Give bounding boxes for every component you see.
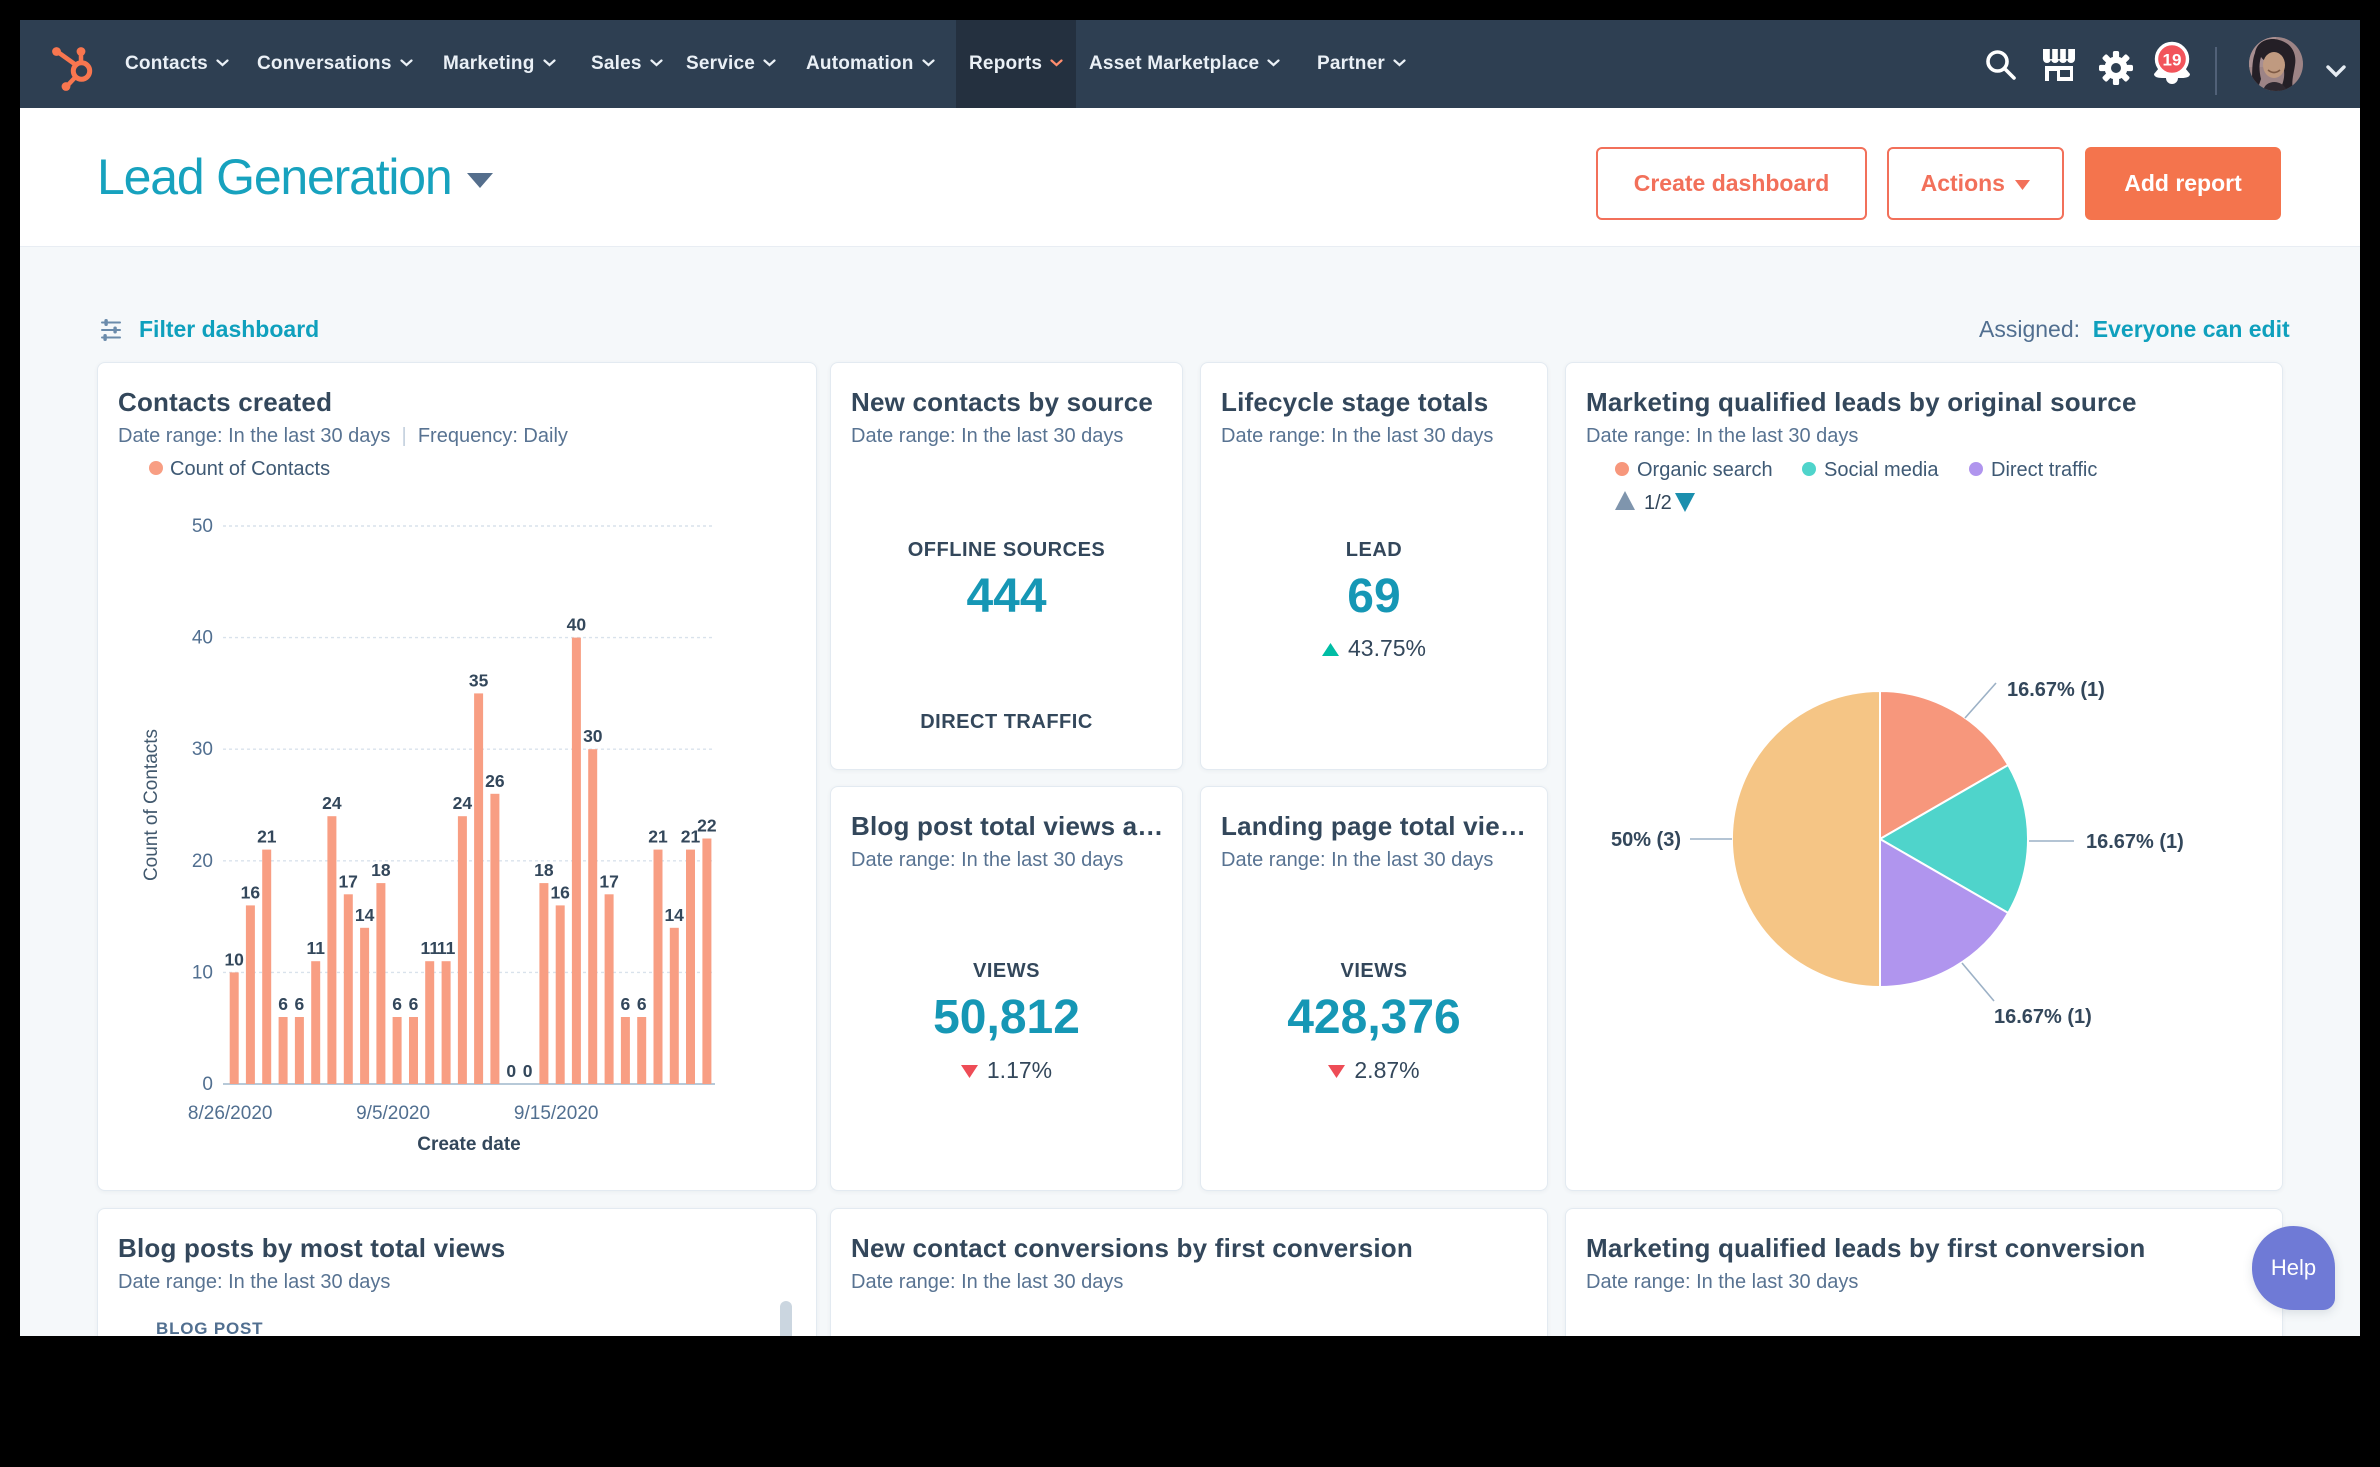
svg-text:Social media: Social media [1824, 459, 1939, 481]
svg-text:14: 14 [664, 905, 684, 925]
svg-text:6: 6 [637, 994, 647, 1014]
svg-text:10: 10 [224, 949, 244, 969]
svg-text:9/5/2020: 9/5/2020 [356, 1103, 430, 1124]
svg-text:6: 6 [295, 994, 305, 1014]
svg-text:0: 0 [523, 1061, 533, 1081]
svg-text:40: 40 [567, 615, 587, 635]
svg-text:24: 24 [453, 793, 473, 813]
svg-text:17: 17 [338, 871, 357, 891]
svg-text:16.67% (1): 16.67% (1) [1994, 1006, 2092, 1028]
svg-text:24: 24 [322, 793, 342, 813]
svg-text:1/2: 1/2 [1644, 492, 1672, 514]
svg-text:Count of Contacts: Count of Contacts [170, 458, 330, 480]
svg-text:Count of Contacts: Count of Contacts [141, 729, 162, 881]
svg-text:30: 30 [192, 739, 213, 760]
svg-text:11: 11 [437, 938, 456, 958]
svg-text:20: 20 [192, 851, 213, 872]
svg-text:6: 6 [392, 994, 402, 1014]
svg-text:0: 0 [202, 1074, 213, 1095]
svg-text:22: 22 [697, 816, 717, 836]
svg-text:26: 26 [485, 771, 505, 791]
svg-text:14: 14 [355, 905, 375, 925]
svg-text:21: 21 [648, 827, 668, 847]
svg-text:11: 11 [306, 938, 325, 958]
svg-text:30: 30 [583, 726, 603, 746]
svg-text:Organic search: Organic search [1637, 459, 1773, 481]
svg-text:10: 10 [192, 962, 213, 983]
svg-text:50% (3): 50% (3) [1611, 829, 1681, 851]
svg-text:0: 0 [506, 1061, 516, 1081]
svg-text:17: 17 [599, 871, 618, 891]
svg-text:16.67% (1): 16.67% (1) [2007, 679, 2105, 701]
svg-text:50: 50 [192, 516, 213, 537]
svg-text:40: 40 [192, 628, 213, 649]
svg-text:Direct traffic: Direct traffic [1991, 459, 2097, 481]
svg-text:6: 6 [621, 994, 631, 1014]
svg-text:21: 21 [257, 827, 277, 847]
svg-text:6: 6 [278, 994, 288, 1014]
svg-text:16.67% (1): 16.67% (1) [2086, 831, 2184, 853]
svg-text:16: 16 [550, 882, 570, 902]
svg-text:6: 6 [409, 994, 419, 1014]
svg-text:8/26/2020: 8/26/2020 [188, 1103, 273, 1124]
svg-text:16: 16 [241, 882, 261, 902]
svg-text:Create date: Create date [417, 1134, 521, 1155]
svg-text:19: 19 [2163, 51, 2182, 70]
svg-text:18: 18 [534, 860, 554, 880]
svg-text:9/15/2020: 9/15/2020 [514, 1103, 599, 1124]
svg-text:18: 18 [371, 860, 391, 880]
svg-text:35: 35 [469, 670, 489, 690]
